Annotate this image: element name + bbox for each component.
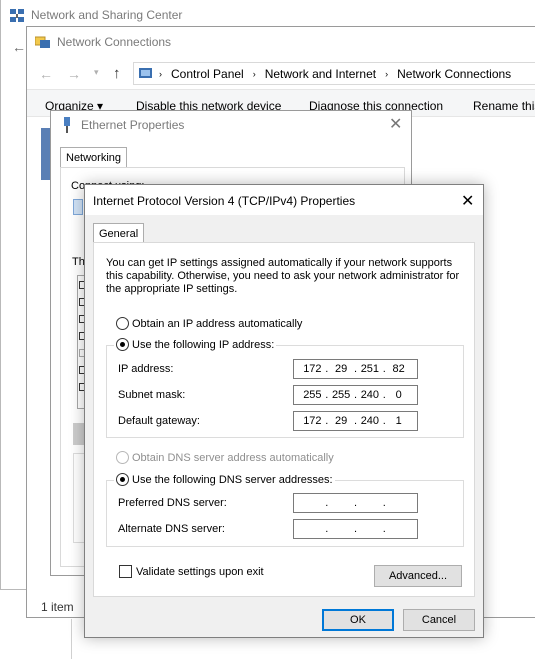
mask-octet: 240 — [360, 389, 380, 401]
components-label: Th — [72, 256, 85, 268]
radio-indicator — [116, 317, 129, 330]
ipv4-close-icon[interactable]: ✕ — [461, 191, 474, 211]
advanced-button[interactable]: Advanced... — [374, 565, 462, 587]
gateway-octet: 240 — [360, 415, 380, 427]
ip-octet: 82 — [392, 363, 405, 375]
default-gateway-label: Default gateway: — [118, 415, 200, 427]
network-center-icon — [10, 9, 24, 22]
subnet-mask-field[interactable]: 255. 255. 240. 0 — [293, 385, 418, 405]
breadcrumb-separator-icon: › — [159, 68, 162, 79]
obtain-dns-auto-radio[interactable]: Obtain DNS server address automatically — [116, 451, 334, 464]
validate-settings-label: Validate settings upon exit — [136, 565, 264, 578]
breadcrumb-control-panel[interactable]: Control Panel — [171, 67, 244, 81]
ip-octet: 251 — [360, 363, 380, 375]
preferred-dns-field[interactable]: ... — [293, 493, 418, 513]
preferred-dns-label: Preferred DNS server: — [118, 497, 227, 509]
ip-octet: 29 — [335, 363, 348, 375]
nav-back-icon[interactable]: ← — [39, 66, 53, 82]
gateway-octet: 29 — [335, 415, 348, 427]
back-arrow-icon[interactable]: ← — [12, 39, 26, 55]
breadcrumb-separator-icon: › — [385, 68, 389, 79]
network-connections-icon — [35, 36, 50, 48]
tab-networking[interactable]: Networking — [60, 147, 128, 168]
use-following-dns-label: Use the following DNS server addresses: — [132, 473, 333, 486]
eth-close-icon[interactable]: ✕ — [389, 114, 402, 134]
gateway-octet: 172 — [303, 415, 322, 427]
control-panel-icon — [139, 68, 152, 78]
obtain-dns-auto-label: Obtain DNS server address automatically — [132, 451, 334, 464]
cancel-button[interactable]: Cancel — [403, 609, 475, 631]
nc-title: Network Connections — [57, 35, 172, 49]
mask-octet: 0 — [395, 389, 402, 401]
default-gateway-field[interactable]: 172. 29. 240. 1 — [293, 411, 418, 431]
ok-button[interactable]: OK — [322, 609, 394, 631]
tab-general[interactable]: General — [93, 223, 145, 243]
eth-title: Ethernet Properties — [81, 118, 185, 132]
subnet-mask-label: Subnet mask: — [118, 389, 186, 401]
recent-chevron-icon[interactable]: ▾ — [94, 67, 99, 78]
obtain-ip-auto-label: Obtain an IP address automatically — [132, 317, 303, 330]
use-following-ip-label: Use the following IP address: — [132, 338, 275, 351]
rename-command[interactable]: Rename this — [473, 99, 535, 113]
radio-indicator — [116, 473, 129, 486]
ethernet-plug-icon — [64, 117, 70, 133]
alternate-dns-label: Alternate DNS server: — [118, 523, 225, 535]
gateway-octet: 1 — [395, 415, 402, 427]
intro-text: You can get IP settings assigned automat… — [106, 257, 460, 295]
nav-forward-icon[interactable]: → — [67, 66, 81, 82]
ip-octet: 172 — [303, 363, 322, 375]
adapter-field-fragment — [73, 199, 83, 215]
breadcrumb-separator-icon: › — [252, 68, 256, 79]
obtain-ip-auto-radio[interactable]: Obtain an IP address automatically — [116, 317, 302, 330]
checkbox-box — [119, 565, 132, 578]
ip-address-label: IP address: — [118, 363, 174, 375]
nsc-title: Network and Sharing Center — [31, 8, 183, 22]
mask-octet: 255 — [303, 389, 322, 401]
breadcrumb-network-connections[interactable]: Network Connections — [397, 67, 511, 81]
radio-indicator — [116, 338, 129, 351]
breadcrumb-network-internet[interactable]: Network and Internet — [265, 67, 376, 81]
status-divider — [71, 619, 72, 659]
alternate-dns-field[interactable]: ... — [293, 519, 418, 539]
validate-settings-checkbox[interactable]: Validate settings upon exit — [119, 565, 264, 578]
ipv4-title: Internet Protocol Version 4 (TCP/IPv4) P… — [93, 194, 356, 208]
mask-octet: 255 — [331, 389, 351, 401]
address-bar[interactable]: › Control Panel › Network and Internet ›… — [133, 62, 535, 85]
ipv4-properties-dialog: Internet Protocol Version 4 (TCP/IPv4) P… — [84, 184, 484, 638]
status-item-count: 1 item — [41, 600, 74, 614]
radio-indicator — [116, 451, 129, 464]
use-following-ip-radio[interactable]: Use the following IP address: — [114, 338, 277, 351]
use-following-dns-radio[interactable]: Use the following DNS server addresses: — [114, 473, 335, 486]
ip-address-field[interactable]: 172. 29. 251. 82 — [293, 359, 418, 379]
nav-up-icon[interactable]: ↑ — [113, 65, 121, 82]
